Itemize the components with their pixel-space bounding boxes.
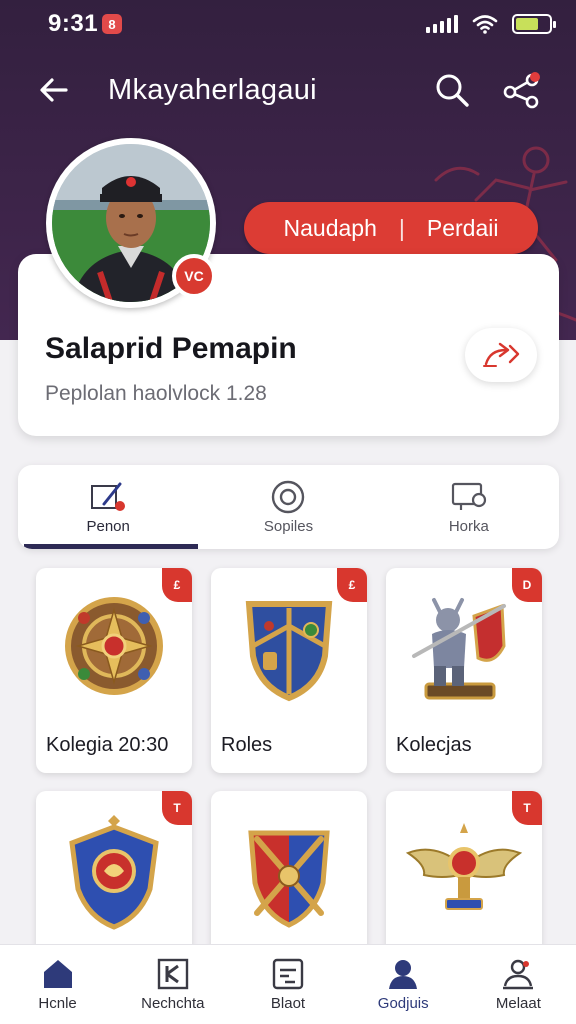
round-shield-icon	[65, 597, 163, 695]
pill-separator: |	[398, 214, 405, 241]
cross-shield-icon	[248, 830, 330, 928]
tab-label: Horka	[448, 517, 489, 535]
tab-label: Penon	[86, 517, 130, 535]
collection-card[interactable]: D Kolecjas	[386, 568, 542, 773]
nav-blaot[interactable]: Blaot	[230, 945, 345, 1024]
tab-penon[interactable]: Penon	[18, 465, 199, 549]
nav-label: Hcnle	[38, 994, 77, 1012]
pill-left-action[interactable]: Naudaph	[284, 215, 377, 242]
profile-name: Salaprid Pemapin	[45, 332, 297, 365]
page-title: Mkayaherlagaui	[108, 73, 317, 106]
app-notification-icon: 8	[102, 14, 123, 34]
profile-settings-icon	[503, 959, 534, 989]
winged-trophy-icon	[405, 823, 523, 910]
arrow-left-icon	[40, 78, 68, 102]
tab-label: Sopiles	[263, 517, 314, 535]
signal-icon	[426, 15, 458, 33]
card-label: Roles	[221, 734, 273, 756]
back-button[interactable]	[30, 66, 78, 114]
crest-shield-icon	[245, 601, 333, 702]
warrior-figure-icon	[412, 598, 506, 700]
tab-horka[interactable]: Horka	[379, 465, 559, 549]
target-icon	[272, 480, 305, 513]
blue-shield-icon	[69, 815, 159, 930]
nav-label: Nechchta	[141, 994, 205, 1012]
follow-actions-pill: Naudaph | Perdaii	[244, 202, 538, 254]
camera-icon	[451, 482, 486, 510]
nav-home[interactable]: Hcnle	[0, 945, 115, 1024]
home-icon	[43, 959, 72, 988]
card-label: Kolegia 20:30	[46, 734, 169, 756]
book-icon	[157, 958, 188, 989]
card-label: Kolecjas	[396, 734, 472, 756]
profile-subtitle: Peplolan haolvlock 1.28	[45, 382, 267, 405]
edit-icon	[91, 482, 126, 511]
avatar-badge: VC	[172, 254, 216, 298]
status-bar: 9:31 8	[0, 0, 576, 48]
notification-dot	[530, 72, 540, 82]
search-icon	[436, 74, 469, 107]
person-icon	[389, 959, 418, 989]
wifi-icon	[472, 15, 498, 34]
share-arrow-icon	[483, 342, 520, 367]
nav-label: Melaat	[495, 994, 541, 1012]
battery-icon	[512, 14, 556, 34]
nav-melaat[interactable]: Melaat	[461, 945, 576, 1024]
bottom-navigation: Hcnle Nechchta Blaot Godjuis Melaat	[0, 944, 576, 1024]
avatar[interactable]: VC	[46, 138, 216, 308]
tab-sopiles[interactable]: Sopiles	[198, 465, 378, 549]
collection-card[interactable]: £ Kolegia 20:30	[36, 568, 192, 773]
nav-nechchta[interactable]: Nechchta	[115, 945, 230, 1024]
nav-label: Godjuis	[377, 994, 429, 1012]
collection-grid: £ Kolegia 20:30 £ Roles D Kolecjas T T	[36, 568, 542, 996]
nav-godjuis[interactable]: Godjuis	[346, 945, 461, 1024]
pill-right-action[interactable]: Perdaii	[427, 215, 499, 242]
chart-icon	[272, 958, 304, 989]
top-app-bar: Mkayaherlagaui	[0, 58, 576, 122]
status-time: 9:31	[48, 10, 99, 37]
nav-label: Blaot	[270, 994, 306, 1012]
profile-share-button[interactable]	[465, 328, 537, 382]
share-button[interactable]	[498, 66, 546, 114]
collection-card[interactable]: £ Roles	[211, 568, 367, 773]
content-tabs: Penon Sopiles Horka	[18, 465, 559, 549]
search-button[interactable]	[428, 66, 476, 114]
